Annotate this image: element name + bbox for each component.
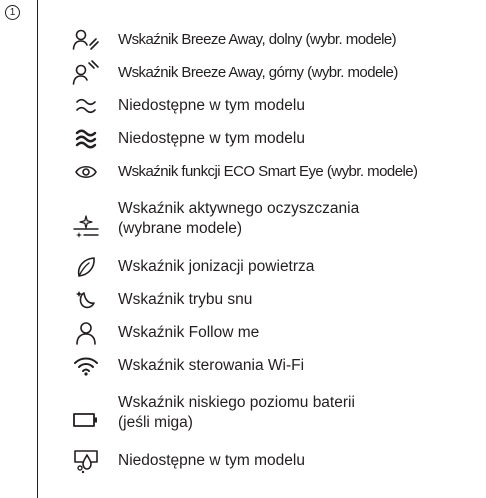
person-wind-low-icon — [70, 27, 102, 53]
eye-icon — [70, 159, 102, 185]
sparkle-clean-icon — [70, 213, 102, 239]
indicator-label: Niedostępne w tym modelu — [118, 130, 305, 147]
leaf-icon — [70, 254, 102, 280]
person-icon — [70, 320, 102, 346]
indicator-label: Wskaźnik funkcji ECO Smart Eye (wybr. mo… — [118, 163, 418, 180]
indicator-label: Wskaźnik Breeze Away, dolny (wybr. model… — [118, 31, 397, 48]
wave-lines-icon — [70, 93, 102, 119]
indicator-label: Niedostępne w tym modelu — [118, 452, 305, 469]
indicator-label: Wskaźnik trybu snu — [118, 291, 253, 308]
sleep-mode-icon — [70, 287, 102, 313]
person-wind-high-icon — [70, 60, 102, 86]
indicator-label: Wskaźnik aktywnego oczyszczania (wybrane … — [118, 200, 360, 237]
indicator-label: Wskaźnik jonizacji powietrza — [118, 258, 315, 275]
humidifier-icon — [70, 448, 102, 474]
wave-lines-bold-icon — [70, 126, 102, 152]
indicator-label: Wskaźnik niskiego poziomu baterii (jeśli … — [118, 394, 355, 431]
indicator-label: Niedostępne w tym modelu — [118, 97, 305, 114]
indicator-label: Wskaźnik Breeze Away, górny (wybr. model… — [118, 64, 398, 81]
indicator-label: Wskaźnik sterowania Wi-Fi — [118, 357, 305, 374]
indicator-label: Wskaźnik Follow me — [118, 324, 260, 341]
wifi-icon — [70, 353, 102, 379]
indicator-list: Wskaźnik Breeze Away, dolny (wybr. model… — [0, 0, 486, 498]
battery-icon — [70, 407, 102, 433]
